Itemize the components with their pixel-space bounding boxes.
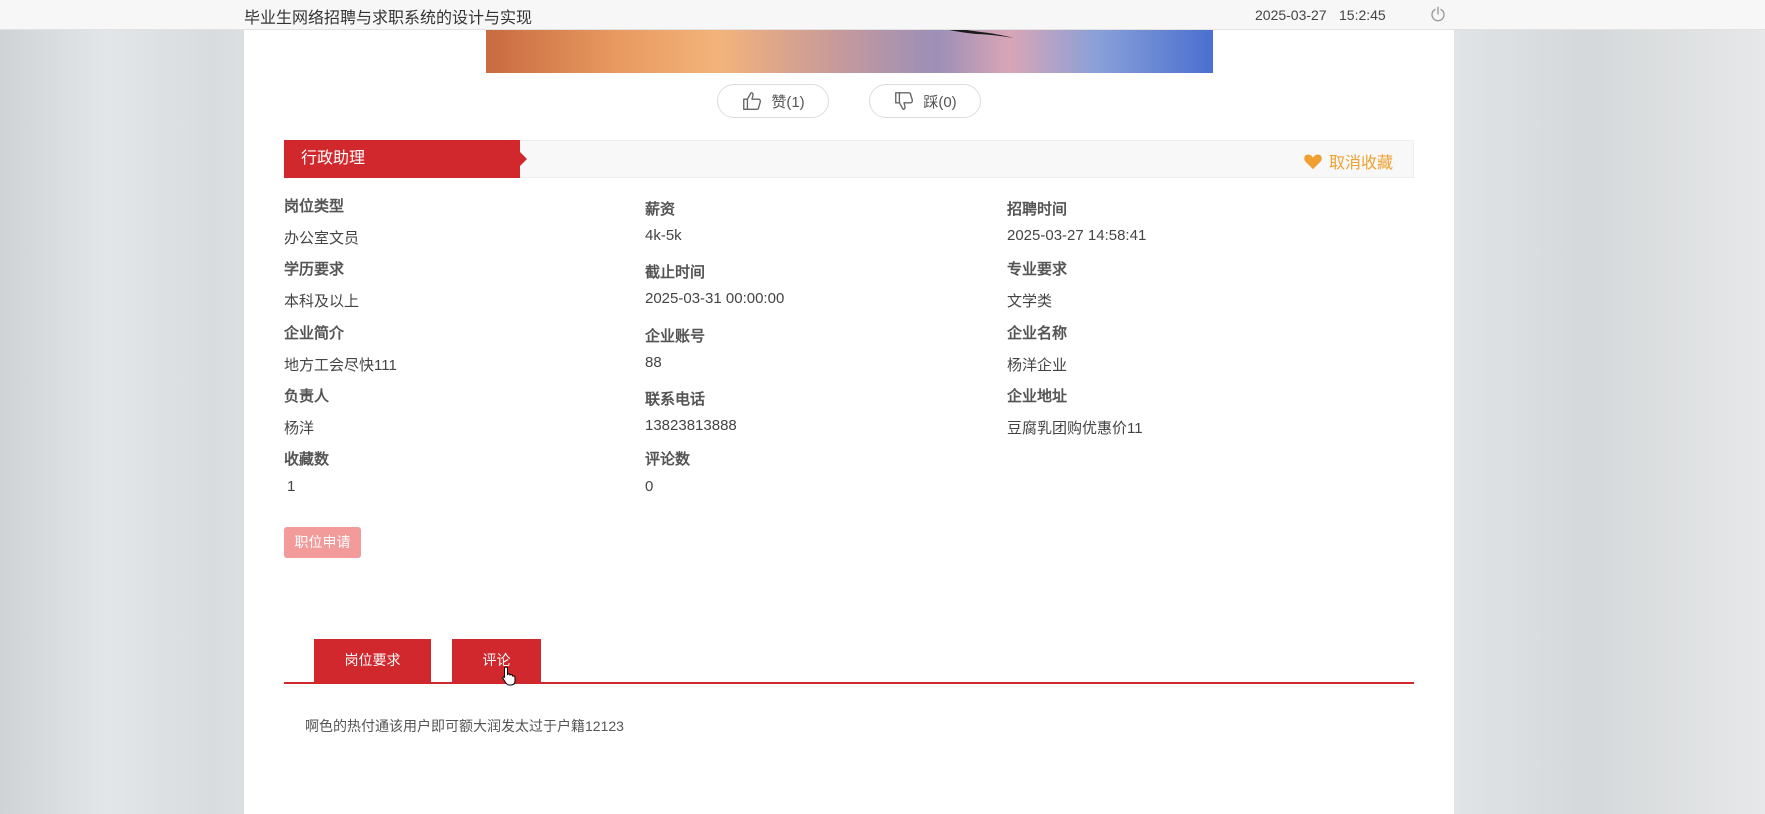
thumbs-down-icon	[895, 92, 914, 110]
like-button[interactable]: 赞(1)	[717, 84, 829, 118]
field-label-education: 学历要求	[284, 261, 345, 278]
site-title: 毕业生网络招聘与求职系统的设计与实现	[244, 10, 533, 27]
field-value-major: 文学类	[1007, 293, 1053, 310]
field-label-company-intro: 企业简介	[284, 325, 345, 342]
job-title-bar: 行政助理 取消收藏	[284, 140, 1414, 178]
tab-job-requirements[interactable]: 岗位要求	[314, 639, 431, 682]
like-label: 赞(1)	[771, 93, 805, 111]
tab-comments[interactable]: 评论	[452, 639, 541, 682]
top-bar: 毕业生网络招聘与求职系统的设计与实现 2025-03-27 15:2:45	[0, 0, 1765, 30]
field-value-salary: 4k-5k	[645, 227, 682, 244]
current-time: 15:2:45	[1339, 7, 1386, 23]
field-value-recruit-time: 2025-03-27 14:58:41	[1007, 227, 1147, 244]
unfavorite-button[interactable]: 取消收藏	[1303, 149, 1393, 173]
dislike-button[interactable]: 踩(0)	[869, 84, 981, 118]
field-label-deadline: 截止时间	[645, 264, 706, 281]
field-value-education: 本科及以上	[284, 293, 360, 310]
field-value-company-name: 杨洋企业	[1007, 357, 1068, 374]
apply-job-button[interactable]: 职位申请	[284, 527, 361, 558]
job-detail-card: 赞(1) 踩(0) 行政助理 取消收藏 岗位类型 办公室文员 薪资 4k-5k …	[244, 30, 1454, 814]
field-value-contact-person: 杨洋	[284, 420, 315, 437]
field-label-company-name: 企业名称	[1007, 325, 1068, 342]
field-label-contact-person: 负责人	[284, 388, 330, 405]
current-date: 2025-03-27	[1255, 7, 1327, 23]
field-label-company-account: 企业账号	[645, 328, 706, 345]
field-value-comment-count: 0	[645, 478, 654, 495]
bird-silhouette-icon	[948, 30, 1014, 38]
field-label-job-type: 岗位类型	[284, 198, 345, 215]
tab-content-text: 啊色的热付通该用户即可额大润发太过于户籍12123	[305, 718, 624, 734]
field-label-company-address: 企业地址	[1007, 388, 1068, 405]
field-label-favorite-count: 收藏数	[284, 451, 330, 468]
banner-image	[486, 30, 1213, 73]
power-icon[interactable]	[1429, 5, 1447, 23]
field-value-company-address: 豆腐乳团购优惠价11	[1007, 420, 1143, 437]
tab-underline	[284, 682, 1414, 684]
job-title: 行政助理	[284, 140, 527, 178]
field-label-phone: 联系电话	[645, 391, 706, 408]
field-label-recruit-time: 招聘时间	[1007, 201, 1068, 218]
field-label-major: 专业要求	[1007, 261, 1068, 278]
dislike-label: 踩(0)	[923, 93, 957, 111]
field-value-favorite-count: 1	[287, 478, 296, 495]
unfavorite-label: 取消收藏	[1328, 155, 1393, 172]
heart-icon	[1304, 154, 1322, 170]
field-value-company-account: 88	[645, 354, 662, 371]
field-value-phone: 13823813888	[645, 417, 737, 434]
field-label-comment-count: 评论数	[645, 451, 691, 468]
field-value-job-type: 办公室文员	[284, 230, 360, 247]
field-label-salary: 薪资	[645, 201, 676, 218]
thumbs-up-icon	[743, 92, 762, 110]
field-value-company-intro: 地方工会尽快111	[284, 357, 397, 374]
hand-cursor-icon	[502, 666, 516, 686]
field-value-deadline: 2025-03-31 00:00:00	[645, 290, 785, 307]
